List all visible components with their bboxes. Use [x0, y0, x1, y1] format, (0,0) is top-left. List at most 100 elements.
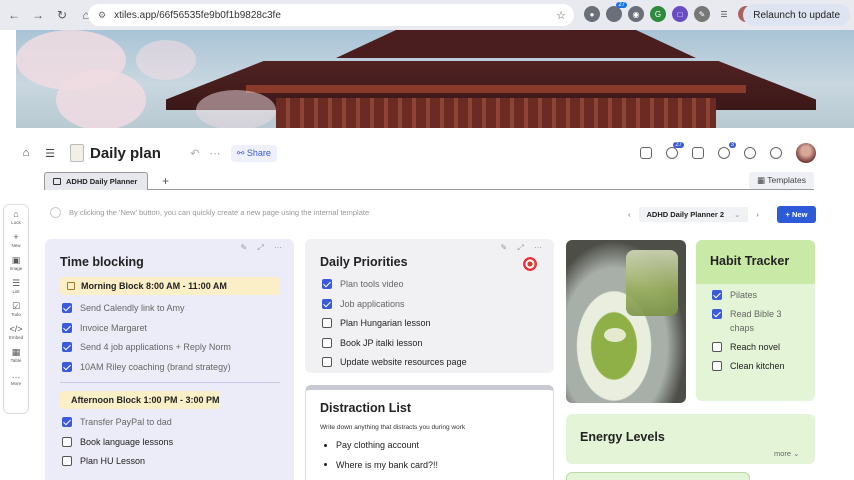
- extension-icon[interactable]: ●: [584, 6, 600, 22]
- checklist-item[interactable]: Transfer PayPal to dad: [62, 417, 172, 427]
- template-name-select[interactable]: ADHD Daily Planner 2 ⌄: [638, 207, 749, 222]
- checklist-item-text: Plan Hungarian lesson: [340, 318, 431, 328]
- checklist-item-text: Plan HU Lesson: [80, 456, 146, 466]
- user-avatar[interactable]: [796, 143, 816, 163]
- rail-item-list[interactable]: ☰ List: [12, 278, 20, 294]
- checklist-item[interactable]: Update website resources page: [322, 357, 467, 367]
- bookmark-star-icon[interactable]: ☆: [556, 9, 566, 22]
- checked-checkbox[interactable]: [62, 322, 72, 333]
- checklist-item[interactable]: Pilates: [712, 288, 806, 302]
- checked-checkbox[interactable]: [62, 303, 72, 313]
- checklist-item[interactable]: Clean kitchen: [712, 359, 806, 373]
- rail-item-label: More: [10, 381, 22, 386]
- template-pager: ‹ ADHD Daily Planner 2 ⌄ ›: [628, 207, 759, 222]
- card-tools[interactable]: ✎ ⤢ ⋯: [240, 243, 286, 253]
- checklist-item[interactable]: Invoice Margaret: [62, 322, 147, 333]
- card-tools[interactable]: ✎ ⤢ ⋯: [500, 243, 546, 253]
- screen: ← → ↻ ⌂ ⚙ xtiles.app/66f56535fe9b0f1b982…: [0, 0, 854, 480]
- list-item[interactable]: Where is my bank card?!!: [324, 460, 438, 470]
- checked-checkbox[interactable]: [322, 279, 332, 289]
- bell-icon[interactable]: 3: [718, 142, 736, 159]
- list-item[interactable]: Pay clothing account: [324, 440, 419, 450]
- checked-checkbox[interactable]: [322, 298, 332, 309]
- checklist-item[interactable]: Read Bible 3 chaps: [712, 307, 806, 335]
- checklist-item[interactable]: Send Calendly link to Amy: [62, 303, 185, 313]
- more-icon: …: [11, 370, 21, 380]
- rail-item-new[interactable]: + New: [11, 232, 20, 248]
- checklist-item-text: Send 4 job applications + Reply Norm: [80, 342, 231, 352]
- unchecked-checkbox[interactable]: [712, 361, 722, 371]
- checklist-item[interactable]: Send 4 job applications + Reply Norm: [62, 342, 231, 352]
- page-emoji-icon[interactable]: [70, 144, 84, 162]
- more-link[interactable]: more ⌄: [774, 449, 799, 458]
- calendar-icon[interactable]: [692, 147, 704, 159]
- unchecked-checkbox[interactable]: [712, 342, 722, 352]
- checklist-item[interactable]: Book language lessons: [62, 436, 173, 447]
- search-icon[interactable]: [744, 147, 756, 159]
- templates-button[interactable]: ▦ Templates: [749, 172, 814, 189]
- camera-extension-icon[interactable]: ◉: [628, 6, 644, 22]
- prev-template-icon[interactable]: ‹: [628, 210, 631, 219]
- checklist-item[interactable]: Plan Hungarian lesson: [322, 318, 431, 328]
- hint-radio[interactable]: [50, 207, 61, 218]
- next-template-icon[interactable]: ›: [756, 210, 759, 219]
- tab-page-icon: [53, 178, 61, 185]
- forward-icon[interactable]: →: [28, 5, 48, 25]
- site-info-icon[interactable]: ⚙: [98, 10, 106, 21]
- menu-icon[interactable]: ☰: [40, 147, 60, 160]
- back-icon[interactable]: ←: [4, 5, 24, 25]
- more-icon[interactable]: ⋯: [205, 147, 225, 160]
- card-title: Distraction List: [320, 401, 411, 415]
- calendar-icon: [67, 282, 75, 290]
- card-title: Energy Levels: [580, 430, 665, 444]
- reload-icon[interactable]: ↻: [52, 5, 72, 25]
- checklist-item[interactable]: 10AM Riley coaching (brand strategy): [62, 361, 231, 372]
- undo-icon[interactable]: ↶: [185, 147, 205, 160]
- checklist-item[interactable]: Book JP italki lesson: [322, 337, 422, 348]
- rail-item-lock[interactable]: ⌂ Lock: [11, 209, 21, 225]
- help-icon[interactable]: [770, 147, 782, 159]
- card-title: Habit Tracker: [710, 254, 790, 268]
- unchecked-checkbox[interactable]: [62, 456, 72, 466]
- rail-item-more[interactable]: … More: [11, 370, 21, 386]
- new-page-button[interactable]: + New: [777, 206, 816, 223]
- checklist-item-text: Plan tools video: [340, 279, 404, 289]
- rail-item-todo[interactable]: ☑ Todo: [11, 301, 21, 317]
- unchecked-checkbox[interactable]: [322, 357, 332, 367]
- grammar-extension-icon[interactable]: G: [650, 6, 666, 22]
- checked-checkbox[interactable]: [62, 342, 72, 352]
- checklist-item[interactable]: Plan tools video: [322, 279, 404, 289]
- share-button[interactable]: ⚯ Share: [230, 144, 277, 162]
- afternoon-block-label: Afternoon Block 1:00 PM - 3:00 PM: [71, 395, 220, 405]
- checklist-item[interactable]: Job applications: [322, 298, 405, 309]
- puzzle-icon[interactable]: ✎: [694, 6, 710, 22]
- address-bar[interactable]: ⚙ xtiles.app/66f56535fe9b0f1b9828c3fe ☆: [88, 4, 574, 26]
- page-header: ⌂ ☰ Daily plan ↶ ⋯ ⚯ Share 27 3: [16, 140, 836, 166]
- tab-adhd-daily-planner[interactable]: ADHD Daily Planner: [44, 172, 148, 190]
- home-icon[interactable]: ⌂: [16, 147, 36, 159]
- checked-checkbox[interactable]: [62, 417, 72, 427]
- rail-item-embed[interactable]: </> Embed: [9, 324, 23, 340]
- checklist-item-text: Clean kitchen: [730, 361, 785, 371]
- rail-item-table[interactable]: ▦ Table: [11, 347, 22, 363]
- page-title[interactable]: Daily plan: [90, 145, 161, 162]
- checked-checkbox[interactable]: [712, 309, 722, 319]
- unchecked-checkbox[interactable]: [322, 318, 332, 328]
- comments-icon[interactable]: 27: [666, 142, 684, 159]
- add-tab-button[interactable]: +: [162, 174, 169, 188]
- checklist-item-text: Reach novel: [730, 342, 781, 352]
- document-icon[interactable]: [640, 147, 652, 159]
- rail-item-image[interactable]: ▣ Image: [10, 255, 23, 271]
- unchecked-checkbox[interactable]: [322, 337, 332, 348]
- unchecked-checkbox[interactable]: [62, 436, 72, 447]
- checklist-item[interactable]: Plan HU Lesson: [62, 456, 145, 466]
- embed-icon: </>: [9, 324, 23, 334]
- extension-icon[interactable]: □: [672, 6, 688, 22]
- energy-levels-card: Energy Levels more ⌄: [566, 414, 815, 464]
- checked-checkbox[interactable]: [62, 361, 72, 372]
- checklist-item[interactable]: Reach novel: [712, 340, 806, 354]
- checked-checkbox[interactable]: [712, 290, 722, 300]
- relaunch-button[interactable]: Relaunch to update: [743, 4, 850, 26]
- extension-icon[interactable]: 27: [606, 2, 627, 22]
- reading-list-icon[interactable]: ☰: [716, 6, 732, 22]
